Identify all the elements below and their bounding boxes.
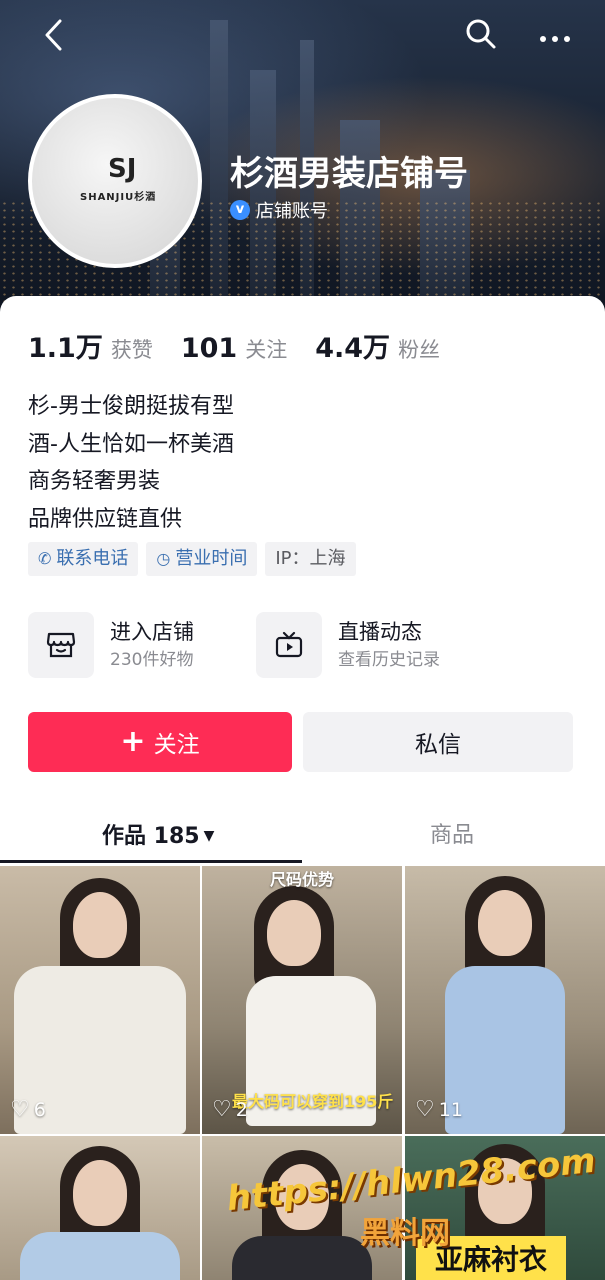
following-label[interactable]: 关注: [245, 334, 287, 364]
figure-jacket: [20, 1232, 180, 1280]
plus-icon: +: [120, 724, 146, 759]
likes-count[interactable]: 1.1万: [28, 326, 103, 365]
message-label: 私信: [415, 732, 461, 758]
enter-shop-entry[interactable]: 进入店铺 230件好物: [28, 612, 194, 678]
stats-row: 1.1万 获赞 101 关注 4.4万 粉丝: [28, 326, 468, 365]
account-type-label: 店铺账号: [256, 201, 328, 222]
follow-label: 关注: [153, 732, 200, 758]
verified-icon: v: [230, 200, 250, 220]
hours-tag-label: 营业时间: [175, 548, 248, 569]
bio-line: 杉-男士俊朗挺拔有型: [28, 394, 234, 419]
phone-icon: ✆: [38, 549, 52, 568]
live-updates-subtitle: 查看历史记录: [338, 650, 440, 670]
info-tags: ✆ 联系电话 ◷ 营业时间 IP：上海: [28, 542, 356, 576]
bio-line: 酒-人生恰如一杯美酒: [28, 431, 234, 457]
tab-goods[interactable]: 商品: [430, 812, 474, 860]
bio-line: 品牌供应链直供: [28, 506, 183, 532]
tv-icon: [256, 612, 322, 678]
store-icon: [28, 612, 94, 678]
follow-button[interactable]: + 关注: [28, 712, 292, 772]
bio: 杉-男士俊朗挺拔有型 酒-人生恰如一杯美酒 商务轻奢男装 品牌供应链直供: [28, 388, 234, 538]
video-overlay-title: 尺码优势: [269, 870, 334, 889]
figure-jacket: [232, 1236, 372, 1280]
ip-tag-label: IP：上海: [275, 548, 346, 569]
enter-shop-title: 进入店铺: [110, 620, 194, 644]
watermark-name: 黑料网: [360, 1216, 450, 1251]
profile-name: 杉酒男装店铺号: [230, 154, 468, 194]
tab-works-label: 作品 185: [102, 824, 200, 849]
chevron-left-icon: [45, 19, 62, 51]
likes-count-label: 11: [438, 1098, 463, 1121]
figure-head: [73, 892, 127, 958]
likes-label[interactable]: 获赞: [111, 334, 153, 364]
video-overlay-caption: 最大码可以穿到195斤: [232, 1092, 394, 1111]
heart-icon: ♡: [415, 1097, 435, 1122]
heart-icon: ♡: [212, 1097, 232, 1122]
likes-indicator: ♡ 2: [212, 1097, 248, 1122]
video-grid: ♡ 6 尺码优势 最大码可以穿到195斤 ♡ 2 ♡ 11: [0, 866, 605, 1280]
content-tabs: 作品 185 ▼ 商品: [0, 812, 605, 864]
back-button[interactable]: [34, 18, 74, 58]
logo-mark: SJ: [108, 154, 137, 184]
account-type: v 店铺账号: [230, 197, 328, 223]
phone-tag-label: 联系电话: [56, 548, 129, 569]
followers-label[interactable]: 粉丝: [398, 334, 440, 364]
search-icon: [466, 19, 496, 49]
figure-head: [478, 890, 532, 956]
tab-works[interactable]: 作品 185 ▼: [102, 812, 214, 860]
bio-line: 商务轻奢男装: [28, 469, 161, 494]
likes-count-label: 2: [235, 1098, 248, 1121]
caret-down-icon: ▼: [203, 828, 215, 844]
more-dots-icon: [540, 36, 570, 42]
followers-count[interactable]: 4.4万: [315, 326, 390, 365]
figure-head: [267, 900, 321, 966]
clock-icon: ◷: [156, 549, 171, 568]
tab-goods-label: 商品: [430, 823, 475, 848]
search-button[interactable]: [461, 18, 501, 58]
video-thumbnail[interactable]: [0, 1136, 200, 1280]
more-button[interactable]: [535, 18, 575, 58]
likes-indicator: ♡ 11: [415, 1097, 463, 1122]
message-button[interactable]: 私信: [303, 712, 573, 772]
heart-icon: ♡: [10, 1097, 30, 1122]
ip-tag: IP：上海: [265, 542, 356, 576]
video-thumbnail[interactable]: 尺码优势 最大码可以穿到195斤 ♡ 2: [202, 866, 402, 1134]
active-tab-indicator: [0, 860, 302, 863]
enter-shop-subtitle: 230件好物: [110, 650, 194, 670]
figure-jacket: [445, 966, 565, 1134]
video-thumbnail[interactable]: ♡ 11: [405, 866, 605, 1134]
logo-text: SHANJIU杉酒: [80, 192, 157, 203]
hours-tag[interactable]: ◷ 营业时间: [146, 542, 258, 576]
avatar[interactable]: SJ SHANJIU杉酒: [28, 94, 202, 268]
phone-tag[interactable]: ✆ 联系电话: [28, 542, 139, 576]
live-updates-entry[interactable]: 直播动态 查看历史记录: [256, 612, 440, 678]
live-updates-title: 直播动态: [338, 620, 422, 644]
following-count[interactable]: 101: [181, 333, 237, 364]
likes-indicator: ♡ 6: [10, 1097, 46, 1122]
figure-head: [73, 1160, 127, 1226]
video-thumbnail[interactable]: ♡ 6: [0, 866, 200, 1134]
likes-count-label: 6: [33, 1098, 46, 1121]
